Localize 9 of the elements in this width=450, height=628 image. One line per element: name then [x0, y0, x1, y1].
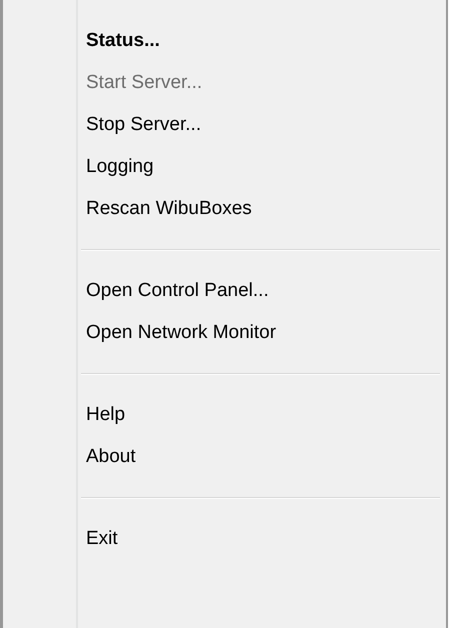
- menu-item[interactable]: Logging: [84, 146, 156, 188]
- menu-item[interactable]: Open Network Monitor: [84, 312, 278, 354]
- menu-item[interactable]: Help: [84, 394, 128, 436]
- menu-item[interactable]: Rescan WibuBoxes: [84, 188, 254, 230]
- menu-item[interactable]: About: [84, 436, 138, 478]
- menu-item[interactable]: Stop Server...: [84, 104, 204, 146]
- menu-item[interactable]: Status...: [84, 20, 162, 62]
- menu-item[interactable]: Open Control Panel...: [84, 270, 271, 312]
- menu-item[interactable]: Exit: [84, 518, 120, 560]
